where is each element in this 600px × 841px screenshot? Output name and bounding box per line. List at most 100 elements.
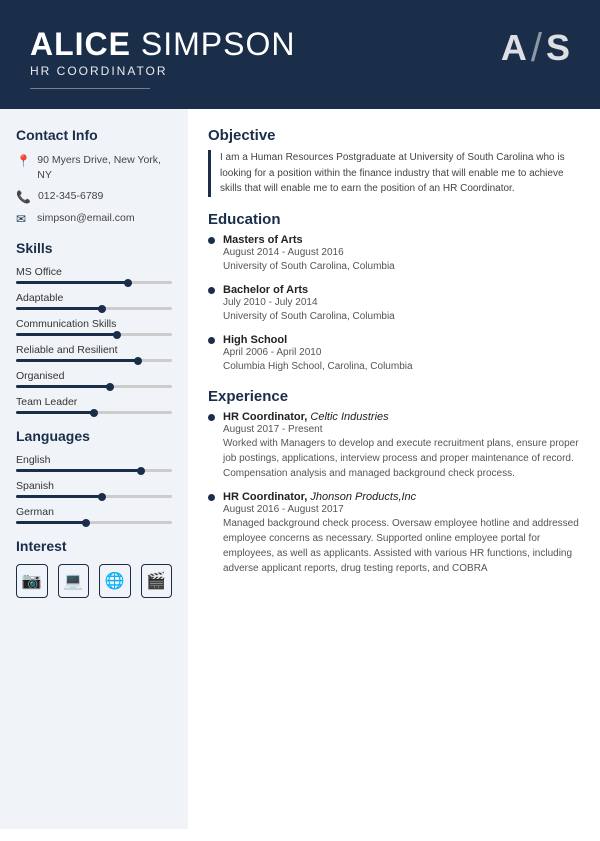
language-bar-fill xyxy=(16,495,102,498)
language-bar-fill xyxy=(16,469,141,472)
email-icon: ✉ xyxy=(16,212,30,226)
header-divider xyxy=(30,88,150,89)
languages-title: Languages xyxy=(16,428,172,444)
language-bar-dot xyxy=(137,467,145,475)
skill-label: Adaptable xyxy=(16,292,172,304)
exp-dates: August 2016 - August 2017 xyxy=(223,504,580,515)
objective-text: I am a Human Resources Postgraduate at U… xyxy=(208,150,580,197)
exp-content: HR Coordinator, Celtic Industries August… xyxy=(223,411,580,481)
education-list: Masters of Arts August 2014 - August 201… xyxy=(208,234,580,374)
edu-dates: August 2014 - August 2016 xyxy=(223,247,395,258)
edu-school: University of South Carolina, Columbia xyxy=(223,309,395,324)
first-name: ALICE xyxy=(30,26,131,62)
skill-item: Communication Skills xyxy=(16,318,172,336)
interest-icons: 📷💻🌐🎬 xyxy=(16,564,172,598)
header: ALICE SIMPSON HR COORDINATOR A / S xyxy=(0,0,600,109)
skill-bar-dot xyxy=(124,279,132,287)
exp-title: HR Coordinator, Jhonson Products,Inc xyxy=(223,491,580,503)
skill-bar-fill xyxy=(16,359,138,362)
skill-bar-dot xyxy=(113,331,121,339)
monogram-a: A xyxy=(501,30,527,66)
skill-label: Communication Skills xyxy=(16,318,172,330)
skill-bar-fill xyxy=(16,411,94,414)
contact-address-item: 📍 90 Myers Drive, New York, NY xyxy=(16,153,172,182)
edu-degree: High School xyxy=(223,334,413,346)
skill-label: Organised xyxy=(16,370,172,382)
sidebar: Contact Info 📍 90 Myers Drive, New York,… xyxy=(0,109,188,829)
header-monogram: A / S xyxy=(501,28,570,68)
bullet-dot xyxy=(208,237,215,244)
edu-content: Masters of Arts August 2014 - August 201… xyxy=(223,234,395,274)
monogram-s: S xyxy=(546,30,570,66)
contact-email-item: ✉ simpson@email.com xyxy=(16,211,172,226)
bullet-dot xyxy=(208,494,215,501)
objective-title: Objective xyxy=(208,127,580,144)
exp-desc: Worked with Managers to develop and exec… xyxy=(223,436,580,481)
experience-title: Experience xyxy=(208,388,580,405)
edu-school: University of South Carolina, Columbia xyxy=(223,259,395,274)
location-icon: 📍 xyxy=(16,154,30,168)
main-content: Objective I am a Human Resources Postgra… xyxy=(188,109,600,829)
contact-title: Contact Info xyxy=(16,127,172,143)
skill-bar-track xyxy=(16,307,172,310)
skill-bar-track xyxy=(16,385,172,388)
contact-address: 90 Myers Drive, New York, NY xyxy=(37,153,172,182)
skill-item: MS Office xyxy=(16,266,172,284)
exp-desc: Managed background check process. Oversa… xyxy=(223,516,580,576)
skill-bar-fill xyxy=(16,307,102,310)
skills-title: Skills xyxy=(16,240,172,256)
contact-phone-item: 📞 012-345-6789 xyxy=(16,189,172,204)
skill-bar-dot xyxy=(98,305,106,313)
video-icon: 🎬 xyxy=(141,564,173,598)
phone-icon: 📞 xyxy=(16,190,31,204)
education-item: High School April 2006 - April 2010 Colu… xyxy=(208,334,580,374)
skill-bar-dot xyxy=(134,357,142,365)
contact-phone: 012-345-6789 xyxy=(38,189,103,204)
bullet-dot xyxy=(208,337,215,344)
contact-email: simpson@email.com xyxy=(37,211,135,226)
language-label: English xyxy=(16,454,172,466)
skill-bar-track xyxy=(16,333,172,336)
last-name: SIMPSON xyxy=(141,26,296,62)
bullet-dot xyxy=(208,414,215,421)
skill-label: MS Office xyxy=(16,266,172,278)
language-bar-dot xyxy=(98,493,106,501)
interest-title: Interest xyxy=(16,538,172,554)
exp-company: Jhonson Products,Inc xyxy=(310,491,416,503)
experience-list: HR Coordinator, Celtic Industries August… xyxy=(208,411,580,576)
edu-degree: Bachelor of Arts xyxy=(223,284,395,296)
header-left: ALICE SIMPSON HR COORDINATOR xyxy=(30,28,295,89)
skill-bar-track xyxy=(16,411,172,414)
language-item: Spanish xyxy=(16,480,172,498)
edu-dates: July 2010 - July 2014 xyxy=(223,297,395,308)
exp-title: HR Coordinator, Celtic Industries xyxy=(223,411,580,423)
skill-item: Team Leader xyxy=(16,396,172,414)
edu-content: Bachelor of Arts July 2010 - July 2014 U… xyxy=(223,284,395,324)
exp-content: HR Coordinator, Jhonson Products,Inc Aug… xyxy=(223,491,580,576)
edu-content: High School April 2006 - April 2010 Colu… xyxy=(223,334,413,374)
header-name: ALICE SIMPSON xyxy=(30,28,295,60)
skill-label: Reliable and Resilient xyxy=(16,344,172,356)
skill-bar-track xyxy=(16,281,172,284)
experience-item: HR Coordinator, Jhonson Products,Inc Aug… xyxy=(208,491,580,576)
language-bar-track xyxy=(16,495,172,498)
edu-dates: April 2006 - April 2010 xyxy=(223,347,413,358)
language-bar-fill xyxy=(16,521,86,524)
monogram-slash: / xyxy=(531,28,542,68)
exp-dates: August 2017 - Present xyxy=(223,424,580,435)
language-bar-track xyxy=(16,521,172,524)
skill-label: Team Leader xyxy=(16,396,172,408)
language-bar-dot xyxy=(82,519,90,527)
language-bar-track xyxy=(16,469,172,472)
skill-bar-fill xyxy=(16,385,110,388)
language-item: English xyxy=(16,454,172,472)
education-item: Bachelor of Arts July 2010 - July 2014 U… xyxy=(208,284,580,324)
skill-item: Reliable and Resilient xyxy=(16,344,172,362)
header-title: HR COORDINATOR xyxy=(30,64,295,78)
skill-bar-dot xyxy=(90,409,98,417)
skill-bar-fill xyxy=(16,333,117,336)
bullet-dot xyxy=(208,287,215,294)
languages-list: English Spanish German xyxy=(16,454,172,524)
skill-item: Organised xyxy=(16,370,172,388)
camera-icon: 📷 xyxy=(16,564,48,598)
